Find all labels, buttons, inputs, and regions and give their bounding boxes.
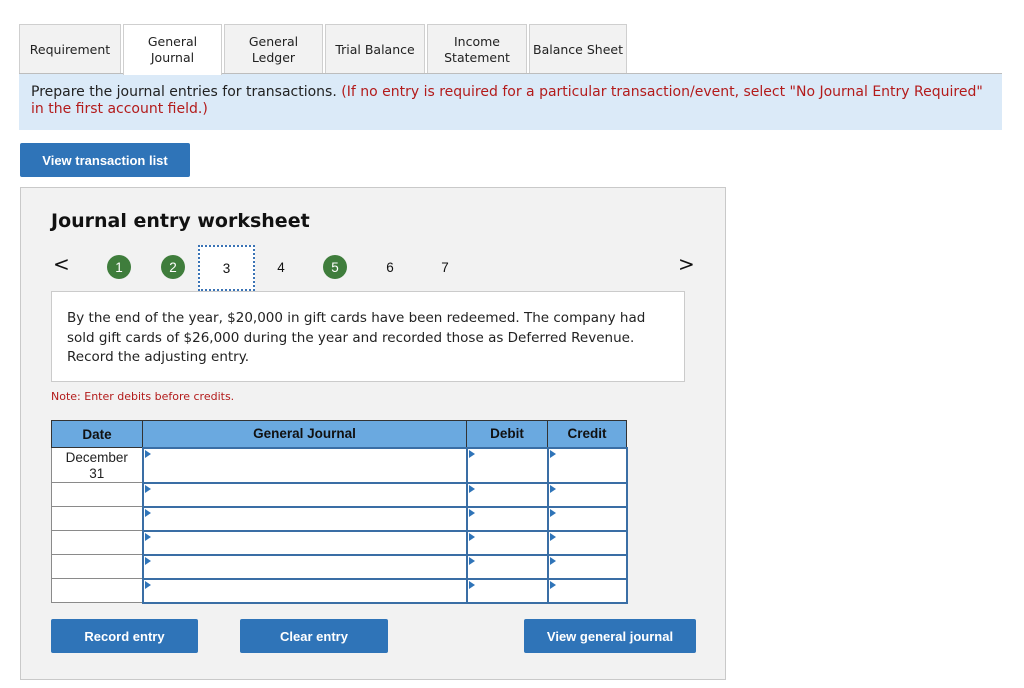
credit-input[interactable] xyxy=(546,481,628,508)
table-row xyxy=(51,553,628,580)
tab-label: Statement xyxy=(444,49,510,65)
credit-input[interactable] xyxy=(546,505,628,532)
tab-requirement[interactable]: Requirement xyxy=(19,24,121,74)
date-cell: December 31 xyxy=(51,447,143,483)
journal-entry-table: Date General Journal Debit Credit Decemb… xyxy=(51,420,628,604)
transaction-description: By the end of the year, $20,000 in gift … xyxy=(51,291,685,382)
credit-input[interactable] xyxy=(546,553,628,580)
table-row xyxy=(51,505,628,532)
chevron-left-icon[interactable]: < xyxy=(53,252,70,276)
tab-label: Journal xyxy=(150,50,195,65)
date-cell xyxy=(51,530,143,555)
debit-input[interactable] xyxy=(465,505,549,532)
date-day: 31 xyxy=(89,466,105,481)
account-input[interactable] xyxy=(141,505,468,532)
account-input[interactable] xyxy=(141,529,468,556)
account-input[interactable] xyxy=(141,446,468,484)
credit-input[interactable] xyxy=(546,529,628,556)
debits-note: Note: Enter debits before credits. xyxy=(51,390,235,403)
worksheet-title: Journal entry worksheet xyxy=(51,210,310,232)
account-input[interactable] xyxy=(141,553,468,580)
tab-trial-balance[interactable]: Trial Balance xyxy=(325,24,425,74)
date-month: December xyxy=(65,450,128,465)
debit-input[interactable] xyxy=(465,529,549,556)
table-row xyxy=(51,529,628,556)
date-cell xyxy=(51,506,143,531)
chevron-right-icon[interactable]: > xyxy=(678,252,695,276)
account-input[interactable] xyxy=(141,481,468,508)
date-cell xyxy=(51,482,143,507)
tab-bar: Requirement General Journal General Ledger… xyxy=(19,24,629,75)
debit-input[interactable] xyxy=(465,481,549,508)
credit-input[interactable] xyxy=(546,446,628,484)
table-row xyxy=(51,481,628,508)
step-3[interactable]: 3 xyxy=(198,245,255,291)
instruction-text: Prepare the journal entries for transact… xyxy=(31,84,337,100)
debit-input[interactable] xyxy=(465,446,549,484)
account-input[interactable] xyxy=(141,577,468,604)
table-row xyxy=(51,577,628,604)
header-debit: Debit xyxy=(466,420,548,448)
table-row: December 31 xyxy=(51,446,628,484)
table-header-row: Date General Journal Debit Credit xyxy=(51,420,627,448)
view-general-journal-button[interactable]: View general journal xyxy=(524,619,696,653)
tab-label: Income xyxy=(454,33,500,49)
debit-input[interactable] xyxy=(465,553,549,580)
record-entry-button[interactable]: Record entry xyxy=(51,619,198,653)
step-1[interactable]: 1 xyxy=(107,255,131,279)
tab-label: General xyxy=(248,33,299,49)
tab-label: General xyxy=(147,34,198,49)
credit-input[interactable] xyxy=(546,577,628,604)
step-6[interactable]: 6 xyxy=(378,255,402,279)
header-general-journal: General Journal xyxy=(142,420,467,448)
date-cell xyxy=(51,554,143,579)
step-7[interactable]: 7 xyxy=(433,255,457,279)
header-date: Date xyxy=(51,420,143,448)
date-cell xyxy=(51,578,143,603)
tab-label: Trial Balance xyxy=(335,41,415,57)
clear-entry-button[interactable]: Clear entry xyxy=(240,619,388,653)
tab-label: Requirement xyxy=(29,41,111,57)
tab-label: Balance Sheet xyxy=(533,41,623,57)
header-credit: Credit xyxy=(547,420,627,448)
tab-balance-sheet[interactable]: Balance Sheet xyxy=(529,24,627,74)
tab-general-ledger[interactable]: General Ledger xyxy=(224,24,323,74)
step-5[interactable]: 5 xyxy=(323,255,347,279)
view-transaction-list-button[interactable]: View transaction list xyxy=(20,143,190,177)
tab-label: Ledger xyxy=(251,49,296,65)
debit-input[interactable] xyxy=(465,577,549,604)
journal-entry-worksheet: Journal entry worksheet < > 1 2 3 4 5 6 … xyxy=(20,187,726,680)
tab-income-statement[interactable]: Income Statement xyxy=(427,24,527,74)
step-4[interactable]: 4 xyxy=(269,255,293,279)
step-2[interactable]: 2 xyxy=(161,255,185,279)
tab-general-journal[interactable]: General Journal xyxy=(123,24,222,75)
instruction-banner: Prepare the journal entries for transact… xyxy=(19,74,1002,130)
